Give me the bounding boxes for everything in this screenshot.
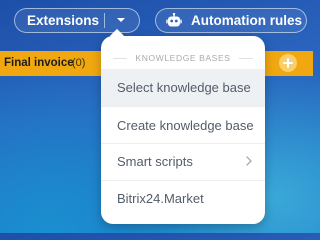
chevron-right-icon <box>245 155 253 170</box>
plus-icon[interactable] <box>279 54 297 72</box>
extensions-button[interactable]: Extensions <box>14 8 140 33</box>
chevron-down-icon[interactable] <box>115 14 127 29</box>
extensions-dropdown-menu: KNOWLEDGE BASES Select knowledge base Cr… <box>101 36 265 224</box>
menu-item-create-knowledge-base[interactable]: Create knowledge base <box>101 107 265 144</box>
menu-item-label: Bitrix24.Market <box>117 191 204 206</box>
menu-item-label: Select knowledge base <box>117 80 251 95</box>
robot-icon <box>166 12 182 29</box>
menu-item-label: Smart scripts <box>117 154 193 169</box>
menu-item-select-knowledge-base[interactable]: Select knowledge base <box>101 69 265 106</box>
stage-title: Final invoice <box>4 57 74 69</box>
button-divider <box>104 13 105 28</box>
menu-section-header: KNOWLEDGE BASES <box>101 53 265 63</box>
menu-item-label: Create knowledge base <box>117 118 254 133</box>
menu-item-smart-scripts[interactable]: Smart scripts <box>101 143 265 180</box>
automation-rules-button[interactable]: Automation rules <box>155 8 307 33</box>
stage-count: (0) <box>72 57 86 69</box>
menu-item-bitrix24-market[interactable]: Bitrix24.Market <box>101 180 265 217</box>
extensions-label: Extensions <box>27 13 100 28</box>
automation-rules-label: Automation rules <box>191 13 303 28</box>
